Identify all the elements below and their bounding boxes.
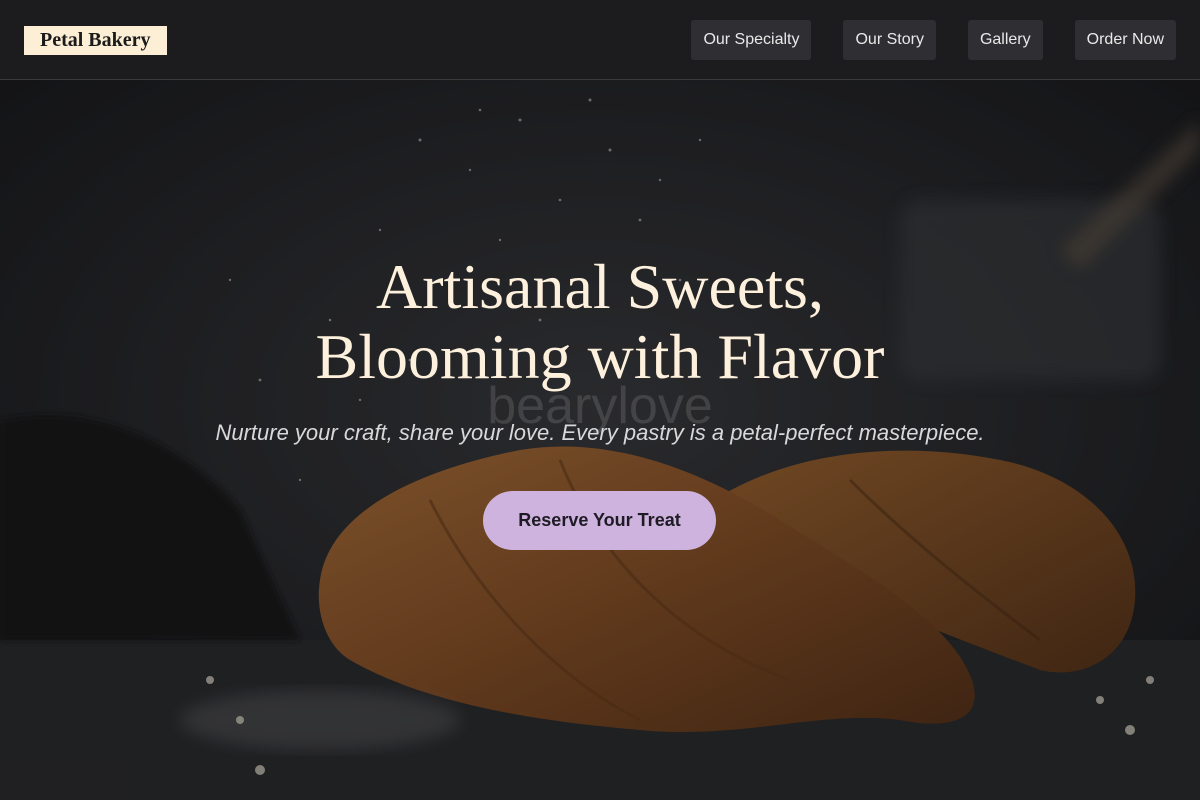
- nav-our-story[interactable]: Our Story: [843, 20, 936, 60]
- nav-order-now[interactable]: Order Now: [1074, 20, 1176, 60]
- hero-subtitle: Nurture your craft, share your love. Eve…: [215, 420, 985, 445]
- nav-gallery[interactable]: Gallery: [967, 20, 1043, 60]
- brand-logo[interactable]: Petal Bakery: [24, 26, 167, 55]
- hero-section: Artisanal Sweets, Blooming with Flavor b…: [0, 80, 1200, 800]
- landing-page: Petal Bakery Our Specialty Our Story Gal…: [0, 0, 1200, 800]
- headline-line-1: Artisanal Sweets,: [376, 251, 824, 322]
- main-nav: Our Specialty Our Story Gallery Order No…: [691, 20, 1176, 60]
- hero-headline: Artisanal Sweets, Blooming with Flavor: [0, 252, 1200, 392]
- reserve-treat-button[interactable]: Reserve Your Treat: [483, 491, 716, 550]
- nav-our-specialty[interactable]: Our Specialty: [691, 20, 812, 60]
- site-header: Petal Bakery Our Specialty Our Story Gal…: [0, 0, 1200, 80]
